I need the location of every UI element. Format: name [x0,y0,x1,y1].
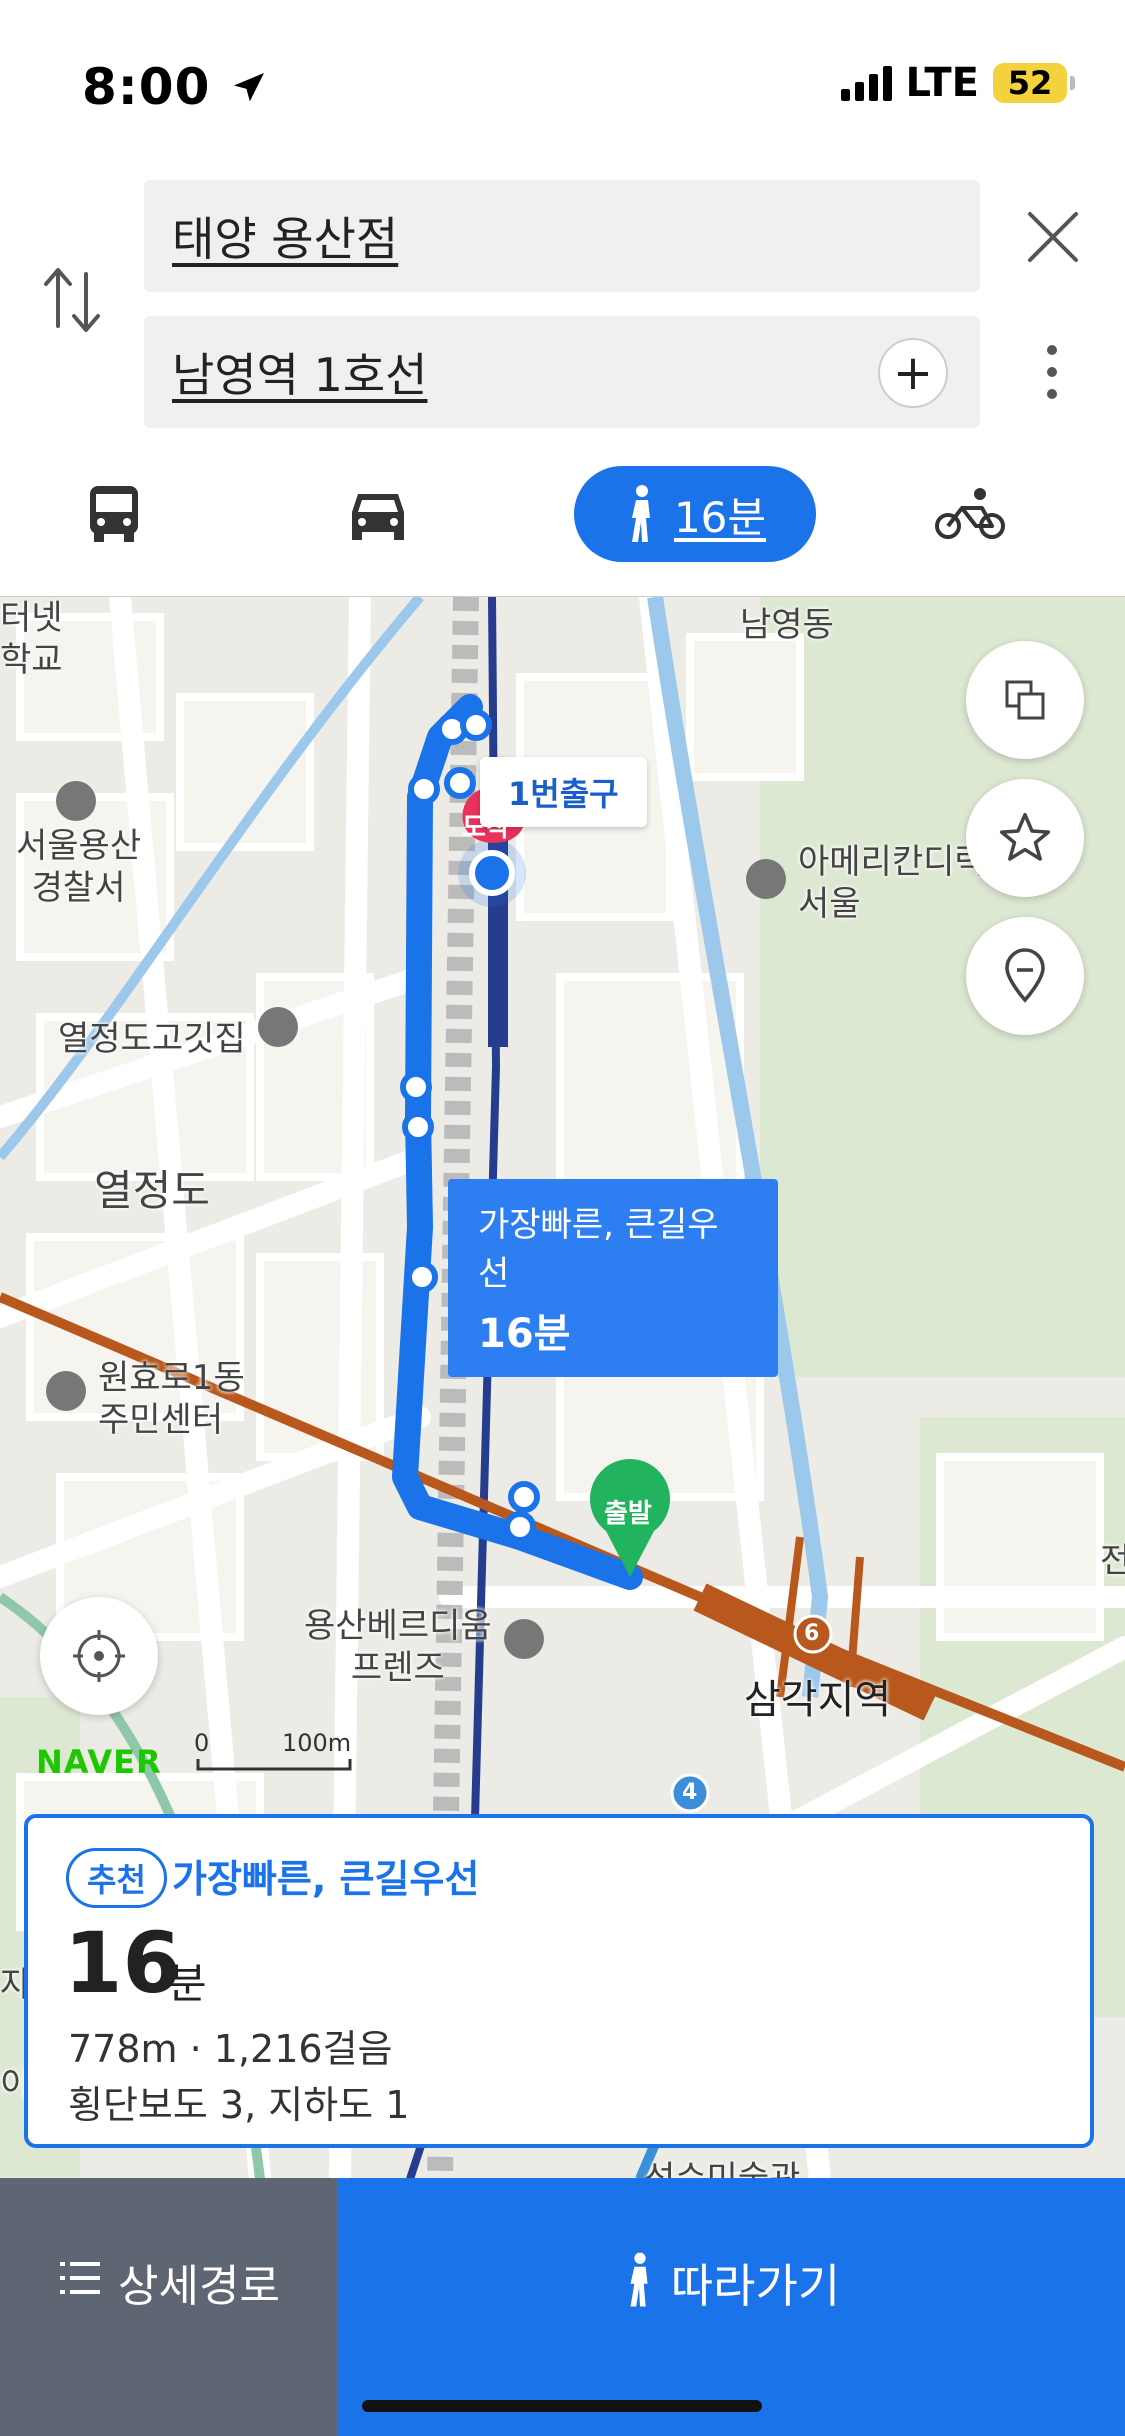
origin-field[interactable]: 태양 용산점 [144,180,980,292]
destination-text: 남영역 1호선 [172,348,428,402]
layers-icon [1005,680,1045,720]
duration-unit: 분 [168,1959,207,2008]
map-label-yeoljeongdo: 열정도 [94,1166,210,1215]
time-text: 8:00 [82,58,211,116]
line4-badge: 4 [682,1780,698,1805]
more-options-icon[interactable] [1040,342,1064,402]
distance-steps: 778m · 1,216걸음 [68,2027,393,2071]
status-indicators: LTE 52 [840,60,1075,106]
route-callout-title: 가장빠른, 큰길우선 [478,1205,719,1294]
scale-distance: 100m [282,1729,352,1757]
battery-icon: 52 [993,63,1075,103]
tab-car[interactable] [330,466,426,562]
crosshair-icon [73,1630,125,1682]
place-button[interactable] [966,917,1084,1035]
location-arrow-icon [233,73,264,102]
bus-icon [90,486,138,542]
map-label-restaurant: 열정도고깃집 [58,1019,246,1059]
star-icon [999,812,1051,861]
map-label-friends: 용산베르디움 프렌즈 [304,1606,492,1688]
depart-pin-label: 출발 [604,1499,652,1529]
follow-button[interactable]: 따라가기 [338,2178,1125,2436]
map-label-community: 원효로1동 주민센터 [98,1358,245,1440]
walk-icon [630,2252,648,2307]
status-time: 8:00 [82,58,269,116]
car-icon [352,494,404,540]
home-indicator [362,2400,762,2412]
favorite-button[interactable] [966,779,1084,897]
battery-level: 52 [1007,64,1053,102]
route-summary-card[interactable]: 추천 가장빠른, 큰길우선 16 분 778m · 1,216걸음 횡단보도 3… [24,1814,1094,2148]
map-label-namyeongdong: 남영동 [740,605,834,645]
layers-button[interactable] [966,641,1084,759]
tab-bike[interactable] [930,466,1010,562]
map-label-sungsu: 성수미술관 [644,2159,801,2179]
line6-badge: 6 [804,1621,820,1646]
bike-icon [935,488,1005,539]
origin-text: 태양 용산점 [172,212,399,266]
map-label-samgakji: 삼각지역 [744,1677,892,1723]
detail-route-label: 상세경로 [118,2261,280,2312]
follow-label: 따라가기 [670,2259,841,2313]
list-icon [60,2262,101,2294]
arrive-pin-label: 도착 [462,813,510,843]
walk-time: 16분 [673,492,767,542]
detail-route-button[interactable]: 상세경로 [0,2178,338,2436]
tab-transit[interactable] [66,466,162,562]
add-icon: + [892,345,934,401]
route-callout-time: 16분 [478,1311,571,1357]
tab-walk[interactable]: 16분 [574,466,816,562]
route-name: 가장빠른, 큰길우선 [172,1857,480,1901]
map-label-police: 서울용산 경찰서 [16,826,142,908]
duration-minutes: 16 [64,1914,181,2012]
add-waypoint-button[interactable]: + [878,338,948,408]
route-callout[interactable]: 가장빠른, 큰길우선 16분 [448,1179,778,1377]
scale-zero: 0 [194,1729,210,1757]
map-label-school: 터넷 학교 [0,598,63,680]
naver-logo: NAVER [36,1743,162,1781]
destination-field[interactable]: 남영역 1호선 + [144,316,980,428]
map-label-jeon: 전 [1100,1533,1125,1582]
crossings-info: 횡단보도 3, 지하도 1 [68,2083,410,2127]
close-icon[interactable] [1024,208,1082,266]
recommended-badge: 추천 [66,1848,167,1908]
signal-icon [840,65,892,101]
walk-icon [631,485,650,542]
network-label: LTE [905,60,979,106]
location-pin-icon [1005,948,1045,1003]
my-location-button[interactable] [40,1597,158,1715]
swap-arrows-icon[interactable] [42,260,102,340]
